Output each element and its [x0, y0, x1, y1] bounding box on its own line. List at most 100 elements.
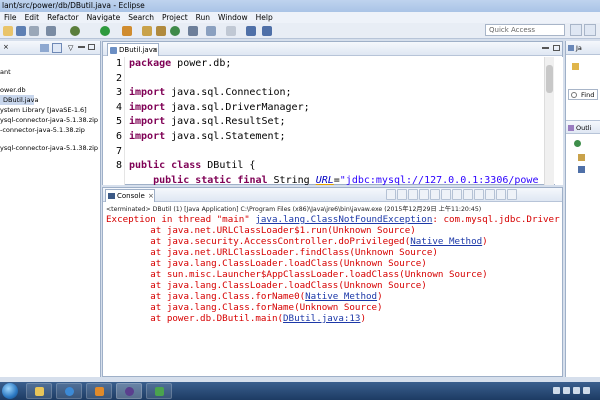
package-explorer-tabbar: × ▽: [0, 41, 100, 55]
outline-node-icon[interactable]: [578, 154, 585, 161]
scroll-lock-icon[interactable]: [430, 189, 440, 200]
exception-class-link[interactable]: java.lang.ClassNotFoundException: [255, 214, 432, 225]
outline-tab[interactable]: Outli: [566, 120, 600, 134]
line-number: 7: [115, 145, 122, 157]
new-java-project-icon[interactable]: [142, 26, 152, 36]
source-line-link[interactable]: DButil.java:13: [283, 313, 360, 324]
scrollbar-thumb[interactable]: [546, 65, 553, 93]
print-icon[interactable]: [29, 26, 39, 36]
editor-vertical-scrollbar[interactable]: [544, 57, 554, 185]
menu-help[interactable]: Help: [252, 12, 277, 23]
taskbar-media[interactable]: [86, 383, 112, 399]
volume-icon[interactable]: [563, 387, 570, 394]
taskbar-eclipse[interactable]: [116, 383, 142, 399]
close-icon[interactable]: ×: [3, 43, 9, 51]
line-number: 6: [115, 130, 122, 142]
save-icon[interactable]: [16, 26, 26, 36]
search-icon[interactable]: [206, 26, 216, 36]
tree-item[interactable]: ysql-connector-java-5.1.38.zip: [0, 143, 100, 153]
next-annotation-icon[interactable]: [226, 26, 236, 36]
maximize-icon[interactable]: [507, 189, 517, 200]
java-perspective-button[interactable]: [584, 24, 596, 36]
browser-icon: [65, 387, 74, 396]
menu-navigate[interactable]: Navigate: [83, 12, 125, 23]
pin-console-icon[interactable]: [452, 189, 462, 200]
line-number: 2: [115, 72, 122, 84]
run-icon[interactable]: [100, 26, 110, 36]
code-line: public class DButil {: [129, 160, 256, 172]
task-list-tab[interactable]: Ja: [566, 41, 600, 55]
menu-project[interactable]: Project: [158, 12, 192, 23]
taskbar-explorer[interactable]: [26, 383, 52, 399]
new-icon[interactable]: [3, 26, 13, 36]
new-task-icon[interactable]: [572, 63, 579, 70]
view-menu-icon[interactable]: ▽: [68, 44, 73, 52]
tree-item[interactable]: ysql-connector-java-5.1.38.zip: [0, 115, 100, 125]
new-package-icon[interactable]: [156, 26, 166, 36]
console-tabbar: Console ×: [103, 188, 562, 202]
external-tools-icon[interactable]: [122, 26, 132, 36]
native-method-link[interactable]: Native Method: [410, 236, 482, 247]
native-method-link[interactable]: Native Method: [305, 291, 377, 302]
open-console-icon[interactable]: [474, 189, 484, 200]
menu-run[interactable]: Run: [192, 12, 214, 23]
menu-refactor[interactable]: Refactor: [43, 12, 82, 23]
taskbar-app[interactable]: [146, 383, 172, 399]
find-input[interactable]: Find: [568, 89, 598, 100]
find-label: Find: [581, 91, 595, 99]
menu-search[interactable]: Search: [124, 12, 158, 23]
code-text[interactable]: package power.db; import java.sql.Connec…: [129, 57, 539, 185]
code-line: import java.sql.Connection;: [129, 87, 292, 99]
minimize-icon[interactable]: [542, 47, 549, 49]
open-perspective-button[interactable]: [570, 24, 582, 36]
close-icon[interactable]: ×: [148, 190, 154, 202]
minimize-icon[interactable]: [496, 189, 506, 200]
terminated-status: <terminated> DButil (1) [Java Applicatio…: [106, 206, 482, 213]
network-icon[interactable]: [553, 387, 560, 394]
collapse-all-icon[interactable]: [40, 44, 49, 52]
tree-item[interactable]: ant: [0, 67, 100, 77]
line-number-gutter: 1 2 3 4 5 6 7 8: [103, 57, 125, 185]
editor-tab-dbutil[interactable]: DButil.java ×: [107, 43, 159, 56]
minimize-icon[interactable]: [78, 46, 85, 48]
tree-item[interactable]: -connector-java-5.1.38.zip: [0, 125, 100, 135]
outline-node-icon[interactable]: [574, 140, 581, 147]
taskbar-browser[interactable]: [56, 383, 82, 399]
console-tab[interactable]: Console ×: [105, 189, 155, 202]
menu-file[interactable]: File: [0, 12, 21, 23]
remove-launch-icon[interactable]: [397, 189, 407, 200]
view-menu-icon[interactable]: [485, 189, 495, 200]
flag-icon[interactable]: [573, 387, 580, 394]
word-wrap-icon[interactable]: [441, 189, 451, 200]
tool-icon[interactable]: [46, 26, 56, 36]
link-editor-icon[interactable]: [52, 43, 62, 53]
overview-ruler: [555, 57, 563, 185]
console-line: at sun.misc.Launcher$AppClassLoader.load…: [106, 269, 488, 280]
close-icon[interactable]: ×: [152, 44, 158, 56]
menu-window[interactable]: Window: [214, 12, 252, 23]
clear-console-icon[interactable]: [419, 189, 429, 200]
start-button[interactable]: [2, 383, 18, 399]
tree-item-selected[interactable]: DButil.java: [0, 95, 38, 105]
quick-access-input[interactable]: Quick Access: [485, 24, 565, 36]
open-type-icon[interactable]: [188, 26, 198, 36]
display-console-icon[interactable]: [463, 189, 473, 200]
new-class-icon[interactable]: [170, 26, 180, 36]
menu-edit[interactable]: Edit: [21, 12, 44, 23]
line-number: 8: [115, 160, 122, 172]
terminate-icon[interactable]: [386, 189, 396, 200]
forward-icon[interactable]: [262, 26, 272, 36]
app-icon: [155, 387, 164, 396]
debug-icon[interactable]: [70, 26, 80, 36]
maximize-icon[interactable]: [553, 45, 560, 51]
tree-item[interactable]: ower.db: [0, 85, 100, 95]
maximize-icon[interactable]: [88, 44, 95, 50]
outline-node-icon[interactable]: [578, 166, 585, 173]
console-output[interactable]: Exception in thread "main" java.lang.Cla…: [106, 214, 561, 374]
find-icon: [571, 92, 577, 98]
tree-item[interactable]: ystem Library [JavaSE-1.6]: [0, 105, 100, 115]
notification-icon[interactable]: [583, 387, 590, 394]
back-icon[interactable]: [246, 26, 256, 36]
remove-all-launches-icon[interactable]: [408, 189, 418, 200]
code-line: import java.sql.DriverManager;: [129, 101, 310, 113]
